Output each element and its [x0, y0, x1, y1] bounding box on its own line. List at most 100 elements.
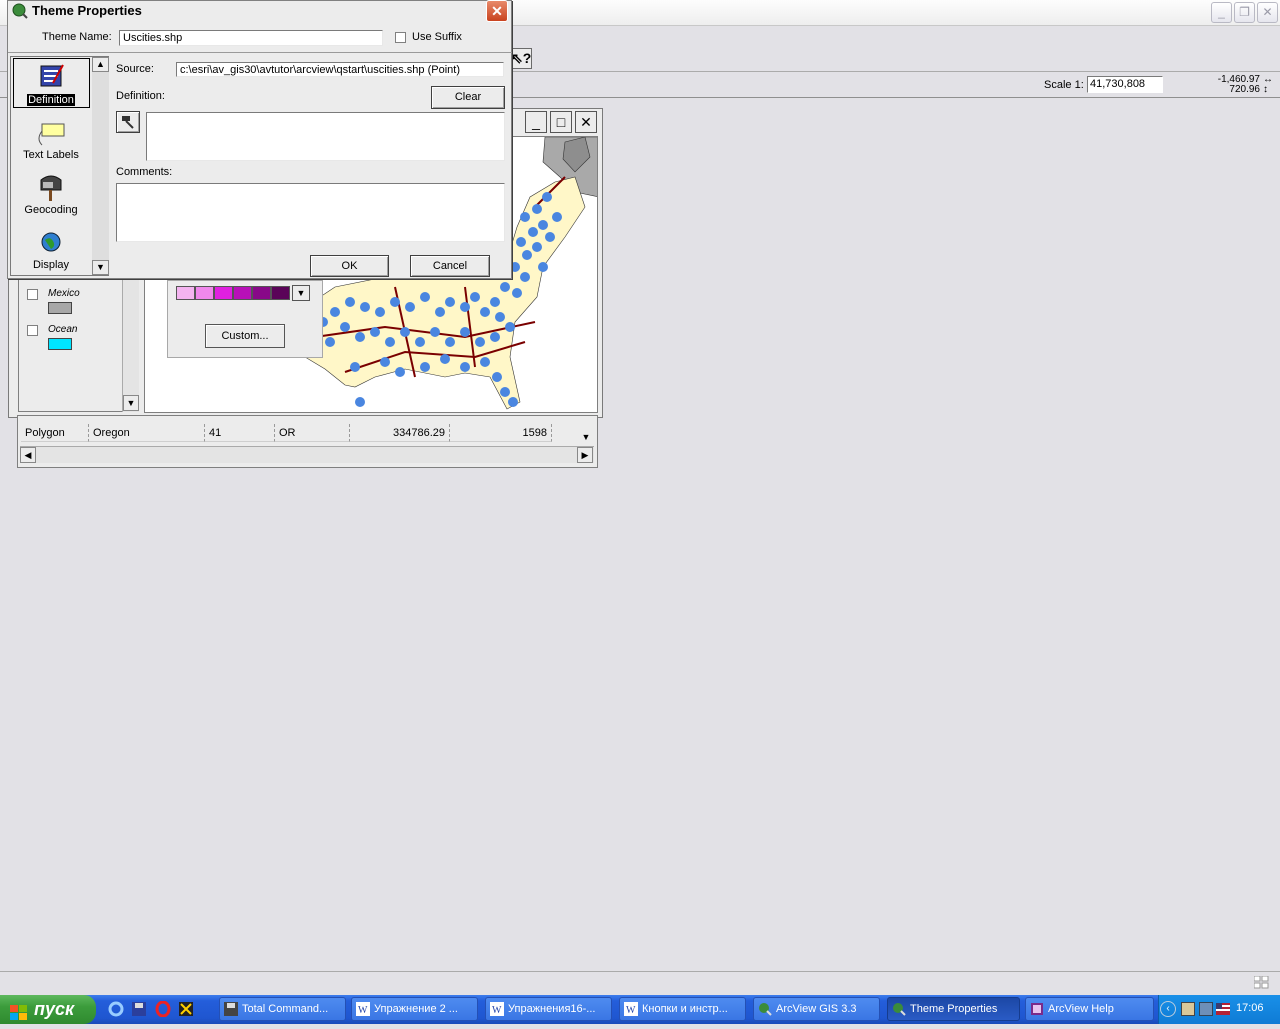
opera-icon[interactable]: [155, 1000, 171, 1018]
custom-button[interactable]: Custom...: [205, 324, 285, 348]
start-button[interactable]: пуск: [0, 995, 96, 1024]
help-book-icon: [1030, 1002, 1044, 1016]
taskbar-item-word-doc-1[interactable]: W Упражнение 2 ...: [351, 997, 478, 1021]
theme-name-input[interactable]: Uscities.shp: [119, 30, 383, 46]
comments-label: Comments:: [116, 166, 173, 178]
network-icon[interactable]: [1199, 1002, 1213, 1016]
close-icon: ✕: [491, 3, 503, 19]
cancel-button[interactable]: Cancel: [410, 255, 490, 277]
scale-input[interactable]: 41,730,808: [1087, 76, 1163, 93]
svg-text:W: W: [492, 1005, 502, 1016]
layer-label-ocean: Ocean: [48, 324, 78, 335]
tray-app-icon[interactable]: [1181, 1002, 1195, 1016]
word-icon: W: [624, 1002, 638, 1016]
use-suffix-checkbox[interactable]: [395, 32, 406, 43]
arcview-globe-icon: [12, 3, 28, 19]
hammer-icon: [120, 114, 136, 133]
svg-text:W: W: [358, 1005, 368, 1016]
table-cell[interactable]: Oregon: [89, 424, 205, 442]
maximize-button[interactable]: ❐: [1234, 2, 1255, 23]
arcview-icon: [892, 1002, 906, 1016]
taskbar-item-total-commander[interactable]: Total Command...: [219, 997, 346, 1021]
theme-name-label: Theme Name:: [42, 31, 112, 43]
clock[interactable]: 17:06: [1236, 1002, 1264, 1014]
table-horizontal-scrollbar[interactable]: ◀ ▶: [20, 446, 594, 463]
taskbar-item-arcview[interactable]: ArcView GIS 3.3: [753, 997, 880, 1021]
category-scrollbar[interactable]: ▲ ▼: [92, 57, 109, 275]
layer-label-mexico: Mexico: [48, 288, 80, 299]
scroll-down-icon[interactable]: ▼: [579, 432, 593, 446]
table-cell[interactable]: OR: [275, 424, 350, 442]
definition-textarea[interactable]: [146, 112, 505, 161]
word-icon: W: [490, 1002, 504, 1016]
word-icon: W: [356, 1002, 370, 1016]
ok-button[interactable]: OK: [310, 255, 389, 277]
view-minimize-button[interactable]: _: [525, 111, 547, 133]
divider: [8, 52, 512, 53]
taskbar-item-theme-properties[interactable]: Theme Properties: [887, 997, 1020, 1021]
color-ramp-cell: [214, 286, 233, 300]
table-cell[interactable]: Polygon: [21, 424, 89, 442]
layer-checkbox-mexico[interactable]: [27, 289, 38, 300]
category-label-text-labels[interactable]: Text Labels: [11, 149, 91, 161]
layer-swatch-mexico[interactable]: [48, 302, 72, 314]
dialog-close-button[interactable]: ✕: [486, 0, 508, 22]
language-flag-icon[interactable]: [1216, 1003, 1230, 1015]
tray-expand-icon[interactable]: ‹: [1160, 1001, 1176, 1017]
ie-icon[interactable]: [108, 1001, 124, 1017]
view-maximize-button[interactable]: □: [550, 111, 572, 133]
minimize-button[interactable]: _: [1211, 2, 1232, 23]
layer-swatch-ocean[interactable]: [48, 338, 72, 350]
taskbar-item-label: Упражнение 2 ...: [374, 1003, 458, 1015]
scroll-down-icon[interactable]: ▼: [92, 260, 109, 275]
floppy-icon: [224, 1002, 238, 1016]
table-cell[interactable]: 334786.29: [350, 424, 450, 442]
clear-button[interactable]: Clear: [431, 86, 505, 109]
windows-logo-icon: [10, 1001, 28, 1029]
color-ramp-cell: [271, 286, 290, 300]
help-pointer-tool-button[interactable]: ⇖?: [510, 48, 532, 69]
text-labels-icon: [36, 121, 66, 147]
display-icon: [41, 232, 61, 252]
definition-label: Definition:: [116, 90, 165, 102]
ramp-dropdown-icon[interactable]: ▼: [292, 285, 310, 301]
app-quick-icon[interactable]: [178, 1001, 194, 1017]
taskbar-item-word-doc-2[interactable]: W Упражнения16-...: [485, 997, 612, 1021]
scroll-track[interactable]: [92, 60, 109, 205]
category-label-display[interactable]: Display: [11, 259, 91, 271]
view-close-button[interactable]: ✕: [575, 111, 597, 133]
close-button[interactable]: ✕: [1257, 2, 1278, 23]
color-ramp-cell: [195, 286, 214, 300]
color-ramp-cell: [252, 286, 271, 300]
help-pointer-icon: ⇖?: [511, 50, 532, 66]
floppy-quick-icon[interactable]: [131, 1001, 147, 1017]
taskbar-item-label: Theme Properties: [910, 1003, 998, 1015]
taskbar-item-label: Упражнения16-...: [508, 1003, 596, 1015]
svg-text:W: W: [626, 1005, 636, 1016]
query-builder-button[interactable]: [116, 111, 140, 133]
use-suffix-label: Use Suffix: [412, 31, 462, 43]
table-cell[interactable]: 41: [205, 424, 275, 442]
category-label-geocoding[interactable]: Geocoding: [11, 204, 91, 216]
taskbar-item-arcview-help[interactable]: ArcView Help: [1025, 997, 1154, 1021]
taskbar-item-word-doc-3[interactable]: W Кнопки и инстр...: [619, 997, 746, 1021]
scroll-right-icon[interactable]: ▶: [577, 447, 593, 463]
start-label: пуск: [34, 999, 75, 1019]
source-label: Source:: [116, 63, 154, 75]
scroll-left-icon[interactable]: ◀: [20, 447, 36, 463]
scroll-down-icon[interactable]: ▼: [123, 395, 139, 411]
arcview-icon: [758, 1002, 772, 1016]
layer-checkbox-ocean[interactable]: [27, 325, 38, 336]
taskbar-item-label: ArcView GIS 3.3: [776, 1003, 857, 1015]
category-label-definition: Definition: [27, 94, 75, 106]
scale-label: Scale 1:: [1044, 79, 1084, 91]
coord-y: 720.96: [1229, 84, 1260, 95]
definition-icon: [39, 63, 65, 89]
comments-textarea[interactable]: [116, 183, 505, 242]
taskbar-item-label: Кнопки и инстр...: [642, 1003, 728, 1015]
coordinate-readout: -1,460.97 720.96: [1200, 75, 1260, 95]
resize-grip-icon[interactable]: [1253, 975, 1270, 990]
coordinate-arrows-icon: ↔ ↕: [1263, 74, 1273, 95]
table-cell[interactable]: 1598: [450, 424, 552, 442]
taskbar-item-label: Total Command...: [242, 1003, 329, 1015]
